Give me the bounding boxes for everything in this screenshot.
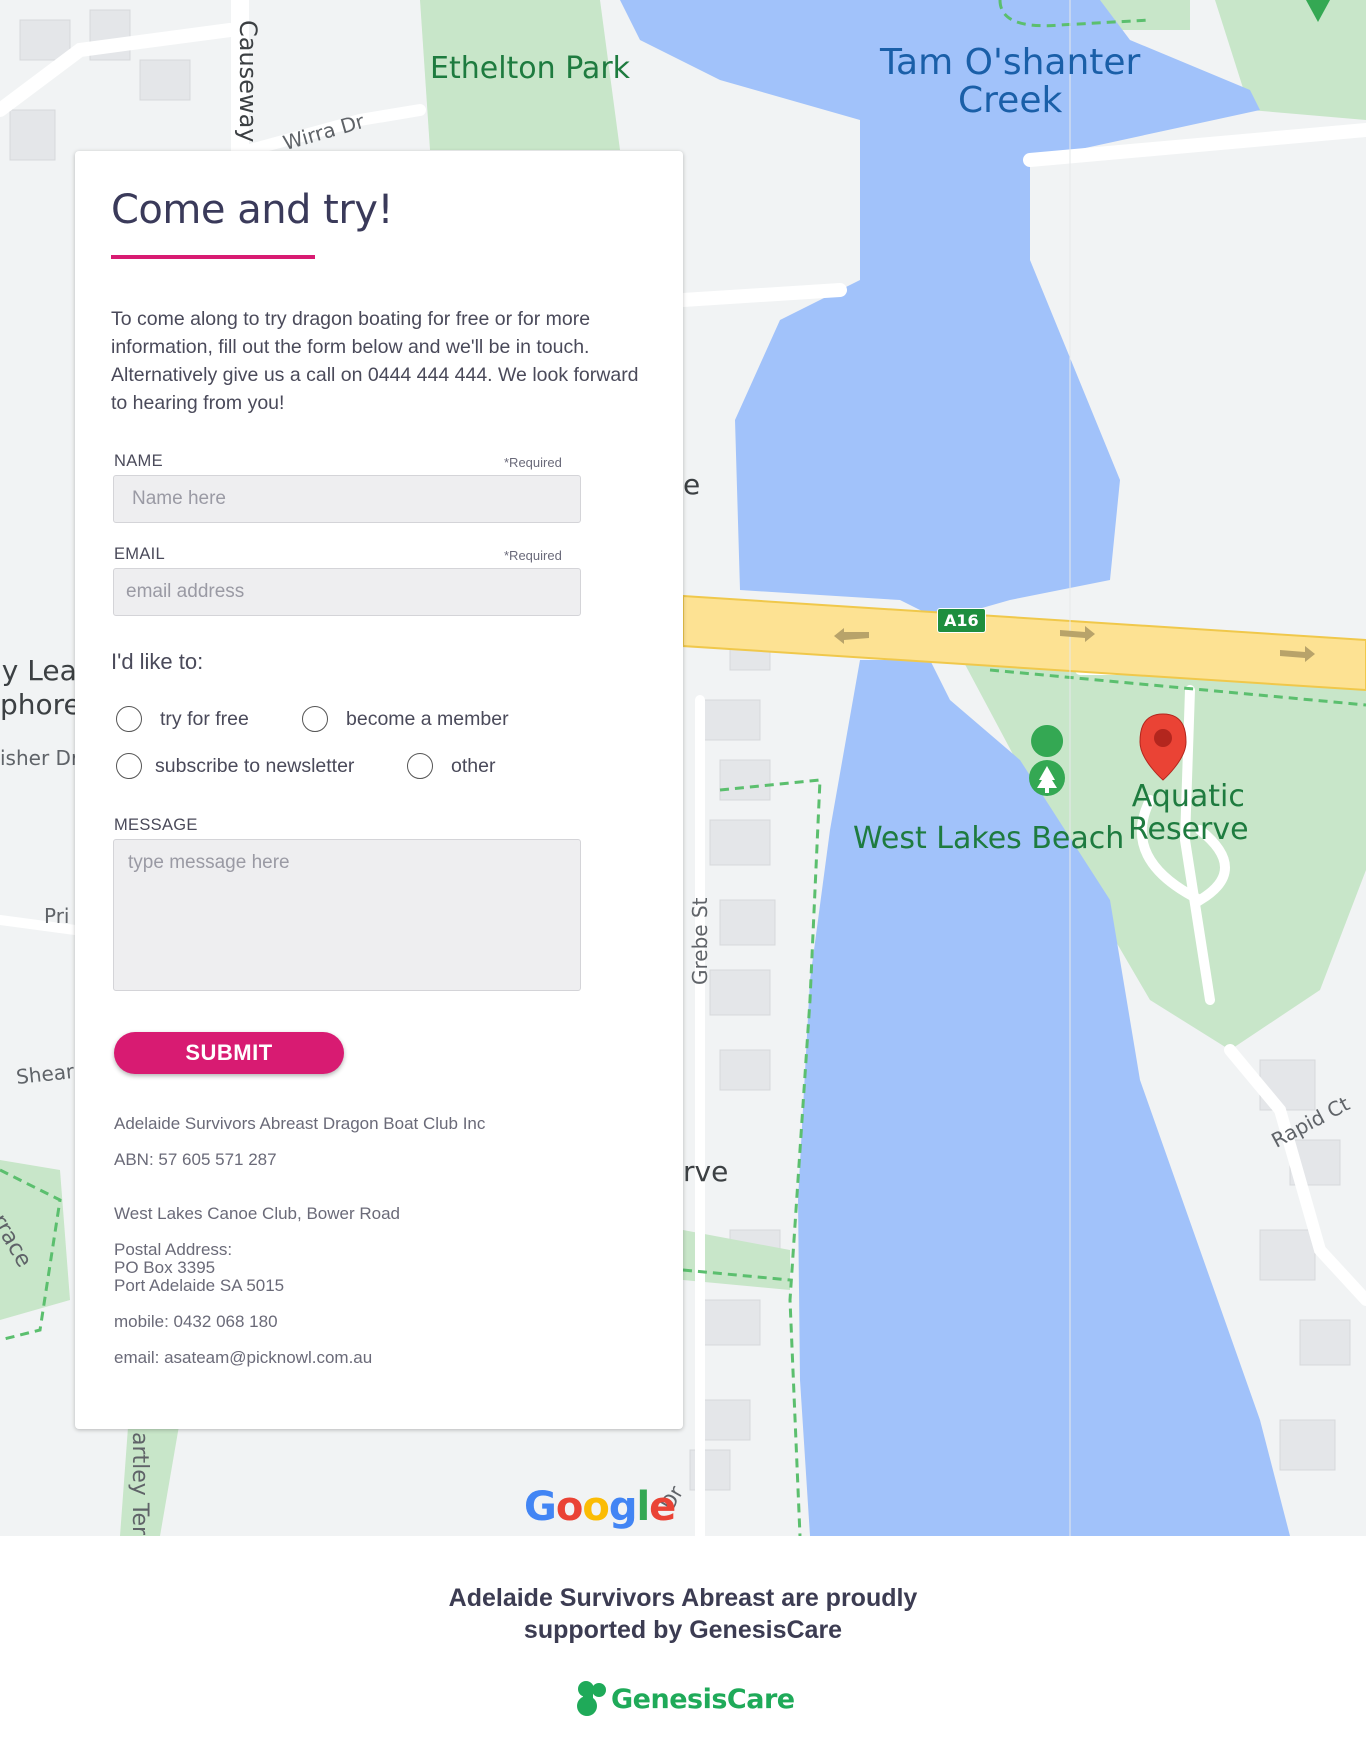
postal-address-label: Postal Address:	[114, 1240, 233, 1259]
form-intro: To come along to try dragon boating for …	[111, 308, 639, 414]
google-letter: l	[636, 1484, 650, 1530]
radio-other[interactable]: other	[407, 753, 495, 779]
map-label-causeway: Causeway	[234, 20, 262, 143]
radio-try-for-free[interactable]: try for free	[116, 706, 249, 732]
highway-shield-a16: A16	[937, 608, 986, 633]
name-required-note: *Required	[504, 455, 562, 470]
submit-button[interactable]: SUBMIT	[114, 1032, 344, 1074]
genesiscare-logo[interactable]: GenesisCare	[575, 1680, 795, 1718]
message-label: MESSAGE	[114, 816, 198, 834]
map-label-partial-e: e	[683, 468, 701, 501]
google-letter: G	[524, 1484, 557, 1530]
message-textarea[interactable]	[113, 839, 581, 991]
radio-subscribe-newsletter[interactable]: subscribe to newsletter	[116, 753, 354, 779]
interest-label: I'd like to:	[111, 649, 204, 674]
form-title: Come and try!	[111, 187, 394, 233]
google-letter: o	[582, 1484, 610, 1530]
name-input[interactable]	[113, 475, 581, 523]
map-label-grebe-st: Grebe St	[688, 897, 712, 985]
postal-address-line2: Port Adelaide SA 5015	[114, 1276, 285, 1295]
map-label-aquatic-reserve[interactable]: Aquatic Reserve	[1128, 780, 1249, 846]
google-letter: g	[608, 1484, 638, 1530]
club-location: West Lakes Canoe Club, Bower Road	[114, 1204, 401, 1223]
map-label-partial-phore: phore	[0, 688, 81, 721]
club-abn: ABN: 57 605 571 287	[114, 1150, 277, 1169]
radio-circle-icon[interactable]	[116, 706, 142, 732]
google-logo: Google	[524, 1484, 676, 1530]
email-input[interactable]	[113, 568, 581, 616]
radio-label: other	[451, 754, 496, 777]
radio-label: subscribe to newsletter	[155, 754, 355, 777]
name-label: NAME	[114, 452, 163, 470]
genesiscare-wordmark: GenesisCare	[611, 1683, 795, 1715]
radio-label: become a member	[346, 707, 509, 730]
title-underline	[111, 255, 315, 259]
google-letter: o	[555, 1484, 584, 1530]
map-label-partial-pri: Pri	[44, 904, 70, 928]
sponsor-statement-line1: Adelaide Survivors Abreast are proudly	[448, 1584, 918, 1612]
radio-label: try for free	[160, 707, 249, 730]
radio-become-member[interactable]: become a member	[302, 706, 509, 732]
radio-circle-icon[interactable]	[116, 753, 142, 779]
genesiscare-mark-icon	[577, 1681, 606, 1716]
club-email: email: asateam@picknowl.com.au	[114, 1348, 373, 1367]
sponsor-statement-line2: supported by GenesisCare	[523, 1616, 843, 1644]
map-label-west-lakes-beach[interactable]: West Lakes Beach	[853, 822, 1124, 855]
sponsor-statement: Adelaide Survivors Abreast are proudly s…	[0, 1582, 1366, 1646]
club-name: Adelaide Survivors Abreast Dragon Boat C…	[114, 1114, 486, 1133]
map-label-partial-fisher: isher Dr	[0, 746, 80, 770]
map-label-partial-lea: ly Lea	[0, 654, 77, 687]
map-label-tam-oshanter-creek[interactable]: Tam O'shanter Creek	[880, 44, 1140, 120]
email-required-note: *Required	[504, 548, 562, 563]
radio-circle-icon[interactable]	[302, 706, 328, 732]
club-mobile: mobile: 0432 068 180	[114, 1312, 278, 1331]
radio-circle-icon[interactable]	[407, 753, 433, 779]
google-letter: e	[649, 1484, 676, 1530]
map-label-ethelton-park[interactable]: Ethelton Park	[430, 52, 630, 85]
email-label: EMAIL	[114, 545, 166, 563]
map-label-partial-rve: rve	[683, 1155, 729, 1188]
postal-address-line1: PO Box 3395	[114, 1258, 216, 1277]
map-label-partial-rtley: artley Ter	[127, 1432, 152, 1536]
contact-form-card: Come and try! To come along to try drago…	[75, 151, 683, 1429]
